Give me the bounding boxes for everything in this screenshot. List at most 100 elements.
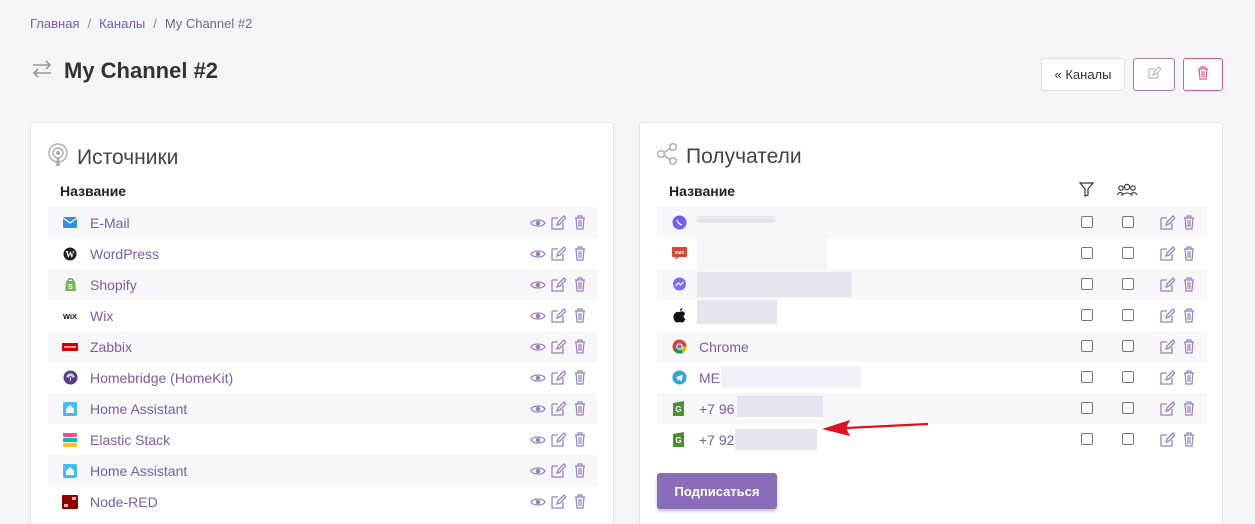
edit-icon[interactable] [550, 493, 567, 510]
trash-icon[interactable] [571, 307, 588, 324]
group-checkbox[interactable] [1122, 433, 1134, 445]
source-name[interactable]: Elastic Stack [90, 432, 170, 448]
trash-icon[interactable] [571, 245, 588, 262]
eye-icon[interactable] [529, 307, 546, 324]
eye-icon[interactable] [529, 462, 546, 479]
group-checkbox[interactable] [1122, 309, 1134, 321]
edit-icon[interactable] [1159, 245, 1176, 262]
edit-icon[interactable] [1159, 307, 1176, 324]
list-item [657, 207, 1207, 238]
edit-icon[interactable] [1159, 214, 1176, 231]
trash-icon[interactable] [1180, 214, 1197, 231]
apple-icon [671, 308, 687, 324]
trash-icon[interactable] [1180, 369, 1197, 386]
trash-icon[interactable] [571, 493, 588, 510]
eye-icon[interactable] [529, 338, 546, 355]
zabbix-icon [62, 339, 78, 355]
filter-checkbox[interactable] [1081, 309, 1093, 321]
list-item: G +7 92 [657, 424, 1207, 455]
source-name[interactable]: Home Assistant [90, 401, 187, 417]
eye-icon[interactable] [529, 369, 546, 386]
breadcrumb-separator: / [153, 16, 157, 31]
viber-icon [671, 215, 687, 231]
eye-icon[interactable] [529, 276, 546, 293]
edit-icon[interactable] [550, 369, 567, 386]
trash-icon[interactable] [571, 214, 588, 231]
subscribe-button[interactable]: Подписаться [657, 473, 777, 509]
recipients-column-name: Название [669, 183, 736, 199]
delete-channel-button[interactable] [1183, 58, 1223, 91]
eye-icon[interactable] [529, 431, 546, 448]
source-name[interactable]: WordPress [90, 246, 159, 262]
edit-icon[interactable] [550, 276, 567, 293]
source-name[interactable]: E-Mail [90, 215, 130, 231]
telegram-icon [671, 370, 687, 386]
trash-icon[interactable] [1180, 338, 1197, 355]
trash-icon[interactable] [1180, 431, 1197, 448]
group-checkbox[interactable] [1122, 278, 1134, 290]
edit-icon[interactable] [1159, 369, 1176, 386]
source-name[interactable]: Home Assistant [90, 463, 187, 479]
trash-icon[interactable] [571, 431, 588, 448]
group-checkbox[interactable] [1122, 247, 1134, 259]
group-checkbox[interactable] [1122, 340, 1134, 352]
edit-icon[interactable] [550, 462, 567, 479]
trash-icon[interactable] [571, 338, 588, 355]
edit-icon[interactable] [550, 431, 567, 448]
filter-checkbox[interactable] [1081, 402, 1093, 414]
filter-checkbox[interactable] [1081, 278, 1093, 290]
recipient-name[interactable]: +7 92 [699, 432, 734, 448]
edit-icon[interactable] [550, 338, 567, 355]
filter-checkbox[interactable] [1081, 247, 1093, 259]
back-to-channels-button[interactable]: « Каналы [1041, 58, 1125, 91]
breadcrumb-home[interactable]: Главная [30, 16, 79, 31]
edit-icon[interactable] [1159, 431, 1176, 448]
edit-icon[interactable] [550, 307, 567, 324]
source-name[interactable]: Node-RED [90, 494, 158, 510]
source-name[interactable]: Shopify [90, 277, 137, 293]
edit-icon[interactable] [550, 400, 567, 417]
trash-icon[interactable] [1180, 245, 1197, 262]
redacted-mask [735, 429, 817, 450]
eye-icon[interactable] [529, 400, 546, 417]
breadcrumb-channels[interactable]: Каналы [99, 16, 145, 31]
group-checkbox[interactable] [1122, 216, 1134, 228]
edit-icon[interactable] [550, 245, 567, 262]
recipient-name[interactable]: +7 96 [699, 401, 734, 417]
group-checkbox[interactable] [1122, 402, 1134, 414]
source-name[interactable]: Zabbix [90, 339, 132, 355]
filter-checkbox[interactable] [1081, 371, 1093, 383]
list-item: Zabbix [48, 331, 598, 362]
trash-icon[interactable] [1180, 307, 1197, 324]
filter-checkbox[interactable] [1081, 340, 1093, 352]
trash-icon[interactable] [1180, 400, 1197, 417]
redacted-mask [697, 272, 851, 297]
trash-icon[interactable] [571, 369, 588, 386]
source-name[interactable]: Wix [90, 308, 113, 324]
list-item: Home Assistant [48, 393, 598, 424]
edit-channel-button[interactable] [1133, 58, 1175, 91]
trash-icon[interactable] [571, 400, 588, 417]
list-item: Elastic Stack [48, 424, 598, 455]
trash-icon[interactable] [1180, 276, 1197, 293]
trash-icon[interactable] [571, 276, 588, 293]
edit-icon[interactable] [1159, 338, 1176, 355]
edit-icon[interactable] [1159, 276, 1176, 293]
list-item: Chrome [657, 331, 1207, 362]
edit-icon[interactable] [1159, 400, 1176, 417]
recipients-card-title: Получатели [656, 143, 802, 171]
filter-checkbox[interactable] [1081, 216, 1093, 228]
source-name[interactable]: Homebridge (HomeKit) [90, 370, 233, 386]
trash-icon[interactable] [571, 462, 588, 479]
eye-icon[interactable] [529, 214, 546, 231]
sms-g-icon: G [671, 432, 687, 448]
recipient-name[interactable]: ME [699, 370, 720, 386]
filter-checkbox[interactable] [1081, 433, 1093, 445]
eye-icon[interactable] [529, 245, 546, 262]
edit-icon[interactable] [550, 214, 567, 231]
recipient-name[interactable]: Chrome [699, 339, 749, 355]
chrome-icon [671, 339, 687, 355]
group-checkbox[interactable] [1122, 371, 1134, 383]
eye-icon[interactable] [529, 493, 546, 510]
annotation-arrow [822, 420, 929, 436]
